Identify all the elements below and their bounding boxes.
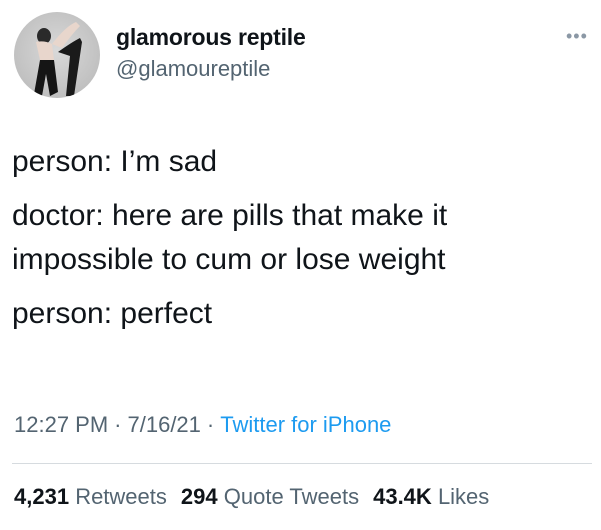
quote-tweets-label: Quote Tweets (223, 484, 360, 509)
tweet-line: person: perfect (12, 297, 213, 330)
divider (12, 463, 592, 464)
retweets-stat[interactable]: 4,231 Retweets (14, 484, 167, 509)
likes-count: 43.4K (373, 484, 432, 509)
tweet-meta: 12:27 PM · 7/16/21 · Twitter for iPhone (14, 412, 391, 438)
tweet: glamorous reptile @glamoureptile ••• per… (0, 0, 601, 530)
tweet-date[interactable]: 7/16/21 (128, 412, 201, 437)
tweet-source-link[interactable]: Twitter for iPhone (220, 412, 391, 437)
tweet-body: person: I’m sad doctor: here are pills t… (12, 140, 592, 336)
profile-photo-icon (34, 22, 82, 96)
more-options-icon[interactable]: ••• (566, 26, 588, 47)
quote-tweets-stat[interactable]: 294 Quote Tweets (181, 484, 359, 509)
retweets-label: Retweets (75, 484, 167, 509)
avatar[interactable] (14, 12, 100, 98)
tweet-stats: 4,231 Retweets 294 Quote Tweets 43.4K Like… (14, 484, 503, 510)
likes-stat[interactable]: 43.4K Likes (373, 484, 489, 509)
meta-separator: · (114, 412, 122, 437)
meta-separator: · (206, 412, 215, 437)
display-name[interactable]: glamorous reptile (116, 24, 306, 51)
user-handle[interactable]: @glamoureptile (116, 56, 270, 82)
tweet-line: person: I’m sad (12, 145, 218, 178)
likes-label: Likes (437, 484, 490, 509)
retweets-count: 4,231 (14, 484, 70, 509)
quote-tweets-count: 294 (180, 484, 218, 509)
tweet-line: doctor: here are pills that make it impo… (12, 199, 448, 276)
tweet-time[interactable]: 12:27 PM (14, 412, 108, 437)
